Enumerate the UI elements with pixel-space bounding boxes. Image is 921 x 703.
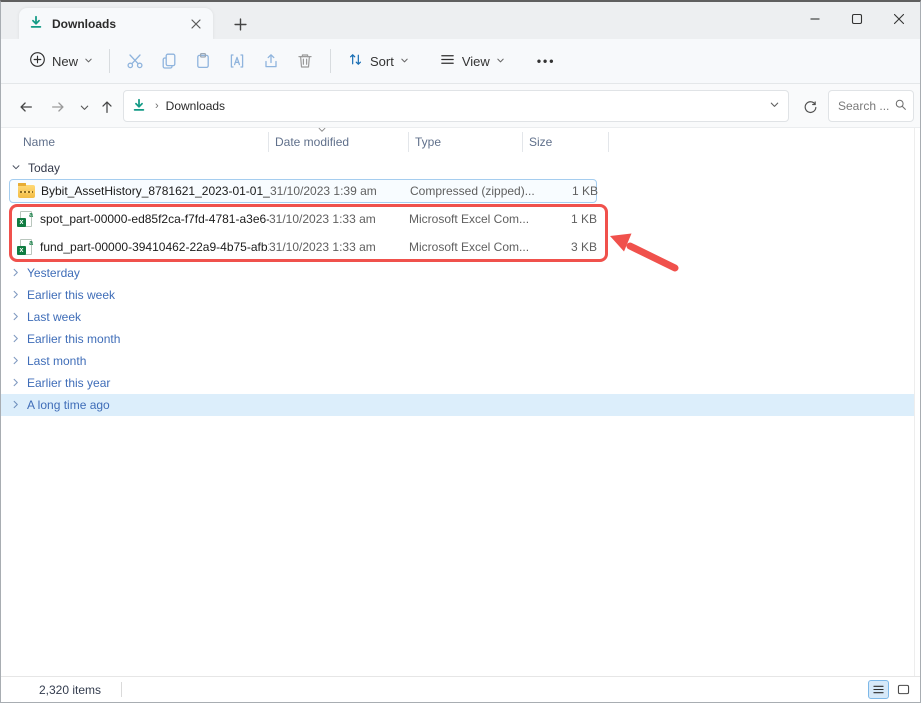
tab-title: Downloads	[52, 17, 187, 31]
chevron-right-icon	[11, 266, 20, 280]
file-name: fund_part-00000-39410462-22a9-4b75-afb1-…	[40, 240, 269, 254]
copy-button[interactable]	[152, 45, 186, 77]
group-header-yesterday[interactable]: Yesterday	[1, 262, 914, 284]
titlebar: Downloads	[1, 2, 920, 39]
view-lines-icon	[439, 51, 456, 71]
column-header-name[interactable]: Name	[17, 130, 269, 154]
rename-button[interactable]	[220, 45, 254, 77]
plus-circle-icon	[29, 51, 46, 71]
details-view-toggle[interactable]	[868, 680, 889, 699]
chevron-right-icon	[11, 398, 20, 412]
column-header-size[interactable]: Size	[523, 130, 609, 154]
file-date-modified: 31/10/2023 1:33 am	[269, 240, 409, 254]
file-name: Bybit_AssetHistory_8781621_2023-01-01_20…	[41, 184, 270, 198]
breadcrumb[interactable]: Downloads	[166, 99, 225, 113]
file-name: spot_part-00000-ed85f2ca-f7fd-4781-a3e6-…	[40, 212, 269, 226]
breadcrumb-chevron-icon: ›	[155, 100, 159, 112]
status-divider	[121, 682, 122, 697]
chevron-right-icon	[11, 354, 20, 368]
chevron-down-icon	[496, 54, 505, 68]
file-size: 1 KB	[523, 212, 597, 226]
sort-arrows-icon	[347, 51, 364, 71]
back-button[interactable]	[13, 94, 39, 120]
view-button[interactable]: View	[431, 45, 513, 77]
view-button-label: View	[462, 54, 490, 69]
chevron-down-icon	[11, 161, 21, 175]
file-size: 1 KB	[524, 184, 598, 198]
file-explorer-window: Downloads New	[0, 0, 921, 703]
maximize-button[interactable]	[836, 2, 878, 36]
cut-button[interactable]	[118, 45, 152, 77]
close-button[interactable]	[878, 2, 920, 36]
excel-csv-file-icon: ax	[17, 239, 34, 256]
address-row: › Downloads	[1, 84, 920, 128]
sort-descending-icon	[317, 123, 327, 137]
tab-close-icon[interactable]	[187, 15, 205, 33]
status-bar: 2,320 items	[1, 676, 920, 702]
chevron-down-icon	[84, 54, 93, 68]
group-label: Today	[28, 161, 60, 175]
window-controls	[794, 2, 920, 39]
file-size: 3 KB	[523, 240, 597, 254]
column-headers: Name Date modified Type Size	[1, 130, 920, 154]
new-tab-button[interactable]	[229, 13, 251, 35]
sort-button[interactable]: Sort	[339, 45, 417, 77]
up-button[interactable]	[94, 94, 120, 120]
group-header-last-week[interactable]: Last week	[1, 306, 914, 328]
chevron-down-icon	[400, 54, 409, 68]
group-header-earlier-this-month[interactable]: Earlier this month	[1, 328, 914, 350]
group-header-last-month[interactable]: Last month	[1, 350, 914, 372]
group-header-earlier-this-week[interactable]: Earlier this week	[1, 284, 914, 306]
tab-downloads[interactable]: Downloads	[19, 8, 213, 39]
command-bar: New Sort	[1, 39, 920, 84]
new-button[interactable]: New	[21, 45, 101, 77]
column-header-type[interactable]: Type	[409, 130, 523, 154]
search-input[interactable]	[838, 99, 894, 113]
toolbar-divider	[330, 49, 331, 73]
group-header-earlier-this-year[interactable]: Earlier this year	[1, 372, 914, 394]
thumbnail-view-toggle[interactable]	[893, 680, 914, 699]
file-row[interactable]: ax spot_part-00000-ed85f2ca-f7fd-4781-a3…	[9, 207, 597, 231]
chevron-right-icon	[11, 288, 20, 302]
file-row[interactable]: Bybit_AssetHistory_8781621_2023-01-01_20…	[9, 179, 597, 203]
sort-button-label: Sort	[370, 54, 394, 69]
chevron-right-icon	[11, 310, 20, 324]
zip-file-icon	[18, 183, 35, 200]
downloads-icon	[132, 98, 146, 115]
toolbar-divider	[109, 49, 110, 73]
share-button[interactable]	[254, 45, 288, 77]
group-header-a-long-time-ago[interactable]: A long time ago	[1, 394, 914, 416]
file-row[interactable]: ax fund_part-00000-39410462-22a9-4b75-af…	[9, 235, 597, 259]
excel-csv-file-icon: ax	[17, 211, 34, 228]
file-date-modified: 31/10/2023 1:33 am	[269, 212, 409, 226]
refresh-button[interactable]	[797, 94, 823, 120]
minimize-button[interactable]	[794, 2, 836, 36]
address-dropdown-chevron[interactable]	[769, 99, 780, 113]
item-count: 2,320 items	[39, 683, 101, 697]
search-icon[interactable]	[894, 98, 907, 114]
column-header-date-modified[interactable]: Date modified	[269, 130, 409, 154]
downloads-icon	[29, 15, 43, 32]
group-header-today[interactable]: Today	[1, 158, 60, 178]
delete-button[interactable]	[288, 45, 322, 77]
file-date-modified: 31/10/2023 1:39 am	[270, 184, 410, 198]
forward-button[interactable]	[45, 94, 71, 120]
new-button-label: New	[52, 54, 78, 69]
chevron-right-icon	[11, 332, 20, 346]
file-type: Microsoft Excel Com...	[409, 240, 523, 254]
chevron-right-icon	[11, 376, 20, 390]
file-type: Compressed (zipped)...	[410, 184, 524, 198]
more-options-button[interactable]: •••	[527, 50, 566, 72]
paste-button[interactable]	[186, 45, 220, 77]
address-bar[interactable]: › Downloads	[123, 90, 789, 122]
scrollbar-gutter	[914, 128, 915, 676]
search-box	[828, 90, 914, 122]
file-type: Microsoft Excel Com...	[409, 212, 523, 226]
